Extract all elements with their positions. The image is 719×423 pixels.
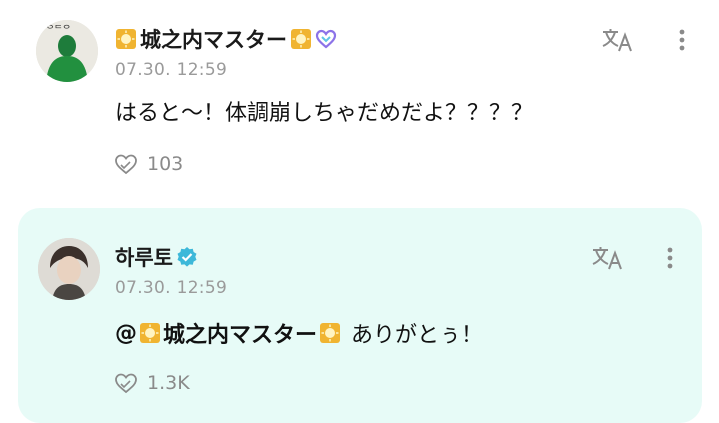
translate-button[interactable]: [598, 22, 638, 58]
timestamp: 07.30. 12:59: [115, 60, 228, 80]
heart-hand-icon: [115, 373, 137, 394]
more-vertical-icon: [667, 247, 673, 269]
svg-text:ᄋᄃᄋ: ᄋᄃᄋ: [46, 24, 71, 35]
mention-name[interactable]: 城之内マスター: [163, 317, 317, 349]
sun-badge-icon: [140, 323, 160, 343]
avatar-image: ᄋᄃᄋ: [36, 20, 98, 82]
more-vertical-icon: [679, 29, 685, 51]
more-options-button[interactable]: [662, 22, 702, 58]
avatar[interactable]: [38, 238, 100, 300]
verified-badge-icon: [177, 247, 197, 267]
sun-badge-icon: [291, 29, 311, 49]
like-button[interactable]: 1.3K: [113, 370, 190, 396]
avatar-image: [38, 238, 100, 300]
heart-badge-icon: [315, 29, 337, 49]
author-row: 하루토: [115, 242, 198, 272]
author-row: 城之内マスター: [115, 24, 337, 54]
timestamp: 07.30. 12:59: [115, 278, 228, 298]
like-button[interactable]: 103: [113, 151, 183, 177]
sun-badge-icon: [116, 29, 136, 49]
like-count: 1.3K: [147, 372, 190, 394]
heart-hand-icon: [115, 154, 137, 175]
mention-prefix[interactable]: @: [115, 321, 137, 346]
author-name[interactable]: 城之内マスター: [140, 24, 287, 54]
comment-text: はると〜！体調崩しちゃだめだよ？？？？: [115, 95, 533, 127]
avatar[interactable]: ᄋᄃᄋ: [36, 20, 98, 82]
translate-button[interactable]: [588, 240, 628, 276]
comment-body: ありがとぅ！: [351, 323, 484, 348]
author-name[interactable]: 하루토: [115, 242, 173, 272]
translate-icon: [592, 247, 622, 270]
sun-badge-icon: [320, 323, 341, 343]
comment-text: @ 城之内マスター ありがとぅ！: [115, 317, 483, 349]
comment-item: ᄋᄃᄋ 城之内マスター 07.30. 12:59 はると〜！体調崩しちゃだめだよ…: [0, 0, 719, 205]
translate-icon: [602, 29, 632, 52]
like-count: 103: [147, 153, 184, 175]
comment-item-highlighted: 하루토 07.30. 12:59 @ 城之内マスター ありがとぅ！ 1.3K: [18, 208, 702, 423]
comment-body: はると〜！体調崩しちゃだめだよ？？？？: [115, 101, 534, 126]
more-options-button[interactable]: [650, 240, 690, 276]
